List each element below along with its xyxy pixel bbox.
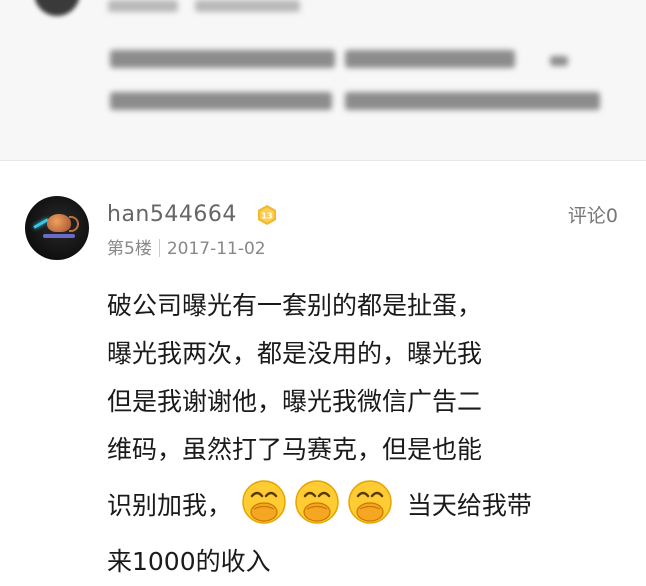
level-number: 13 — [261, 212, 272, 221]
blurred-text — [195, 0, 300, 12]
floor-number: 第5楼 — [107, 239, 152, 259]
comment-line-start: 识别加我， — [107, 491, 233, 520]
blurred-text — [110, 92, 332, 110]
avatar[interactable] — [25, 196, 89, 260]
blurred-text — [345, 50, 515, 68]
blurred-text — [110, 50, 335, 68]
comment-meta: 第5楼 2017-11-02 — [107, 238, 266, 260]
meta-separator — [158, 239, 160, 257]
comment-body: 破公司曝光有一套别的都是扯蛋， 曝光我两次，都是没用的，曝光我 但是我谢谢他，曝… — [107, 282, 617, 586]
comment-line-with-emoji: 识别加我， 当天给我带 — [107, 474, 617, 538]
username[interactable]: han544664 — [107, 201, 237, 229]
comment-line: 来1000的收入 — [107, 547, 271, 576]
comment-line: 曝光我两次，都是没用的，曝光我 — [107, 339, 483, 368]
comment-line: 维码，虽然打了马赛克，但是也能 — [107, 435, 483, 464]
comment-line: 但是我谢谢他，曝光我微信广告二 — [107, 387, 483, 416]
comment-line: 破公司曝光有一套别的都是扯蛋， — [107, 291, 483, 320]
previous-avatar — [34, 0, 80, 16]
face-with-hand-over-mouth-emoji-icon — [240, 478, 288, 526]
previous-comment — [0, 0, 646, 160]
blurred-text — [550, 56, 568, 66]
comment-date: 2017-11-02 — [166, 239, 266, 259]
level-badge-icon: 13 — [256, 204, 278, 226]
blurred-text — [345, 92, 600, 110]
divider — [0, 160, 646, 161]
blurred-text — [108, 0, 178, 12]
face-with-hand-over-mouth-emoji-icon — [293, 478, 341, 526]
comment-line-end: 当天给我带 — [406, 491, 532, 520]
comment-count-link[interactable]: 评论0 — [568, 203, 618, 229]
face-with-hand-over-mouth-emoji-icon — [346, 478, 394, 526]
